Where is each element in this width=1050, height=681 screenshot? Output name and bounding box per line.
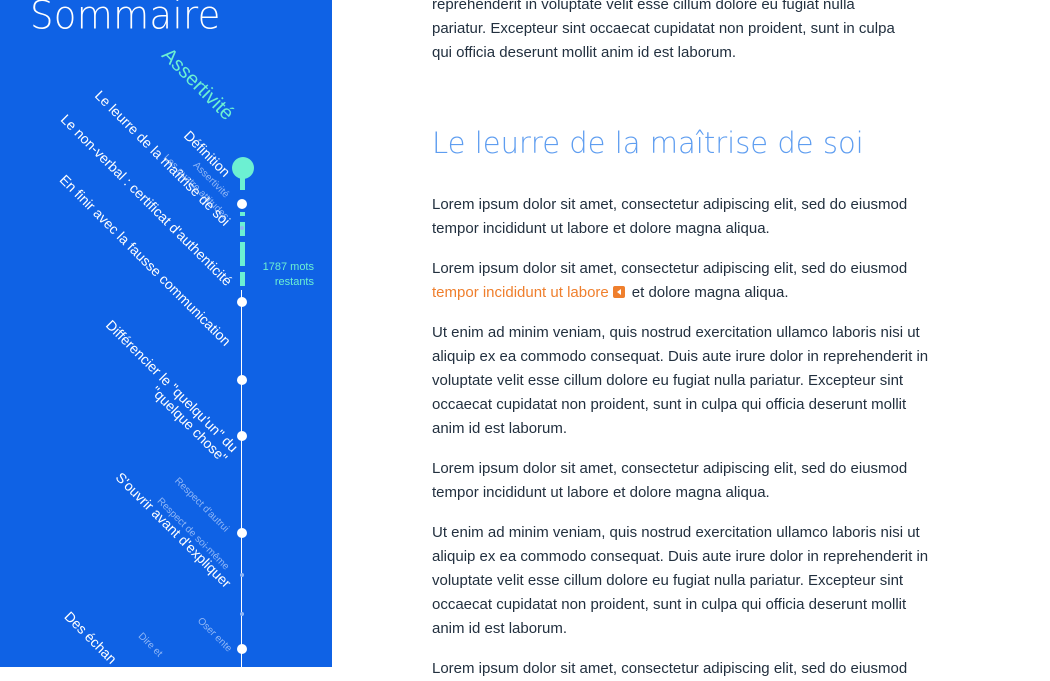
paragraph: Lorem ipsum dolor sit amet, consectetur … (432, 196, 908, 237)
paragraph: Lorem ipsum dolor sit amet, consectetur … (432, 460, 908, 501)
highlighted-link[interactable]: tempor incididunt ut labore (432, 284, 609, 301)
sidebar-title: Sommaire (30, 0, 221, 39)
words-remaining-counter: 1787 mots restants (262, 261, 314, 288)
timeline-dot[interactable] (237, 528, 247, 538)
section-heading: Le leurre de la maîtrise de soi (432, 126, 864, 160)
paragraph: Ut enim ad minim veniam, quis nostrud ex… (432, 524, 929, 637)
timeline-subdot[interactable] (240, 612, 244, 616)
toc-item-des-echanges[interactable]: Des échan (61, 608, 121, 667)
timeline-subdot[interactable] (240, 573, 244, 577)
comment-icon[interactable] (612, 286, 625, 298)
toc-subitem-dire-et[interactable]: Dire et (135, 631, 164, 660)
paragraph-text: et dolore magna aliqua. (631, 284, 789, 301)
timeline-dot[interactable] (237, 644, 247, 654)
paragraph-line: pariatur. Excepteur sint occaecat cupida… (432, 20, 895, 37)
paragraph-with-highlight: Lorem ipsum dolor sit amet, consectetur … (432, 257, 932, 305)
toc-subitem-oser-entendre[interactable]: Oser ente (195, 616, 234, 655)
timeline-line (241, 290, 242, 667)
paragraph-previous-end: reprehenderit in voluptate velit esse ci… (432, 0, 932, 65)
paragraph-line: reprehenderit in voluptate velit esse ci… (432, 0, 855, 13)
timeline-dot[interactable] (237, 431, 247, 441)
toc-chapter-assertivite[interactable]: Assertivité (157, 44, 238, 125)
table-of-contents-sidebar: Sommaire 1787 mots restants Assertivité … (0, 0, 332, 667)
timeline-subdot[interactable] (240, 226, 244, 230)
paragraph: Lorem ipsum dolor sit amet, consectetur … (432, 660, 908, 677)
timeline-dot[interactable] (237, 199, 247, 209)
timeline-dot[interactable] (237, 375, 247, 385)
paragraph: Ut enim ad minim veniam, quis nostrud ex… (432, 324, 929, 437)
paragraph-text: Lorem ipsum dolor sit amet, consectetur … (432, 260, 908, 277)
paragraph-line: qui officia deserunt mollit anim id est … (432, 44, 737, 61)
timeline-dot[interactable] (237, 297, 247, 307)
toc-item-souvrir-avant[interactable]: S'ouvrir avant d'expliquer (112, 469, 234, 591)
current-chapter-marker[interactable] (232, 157, 254, 179)
